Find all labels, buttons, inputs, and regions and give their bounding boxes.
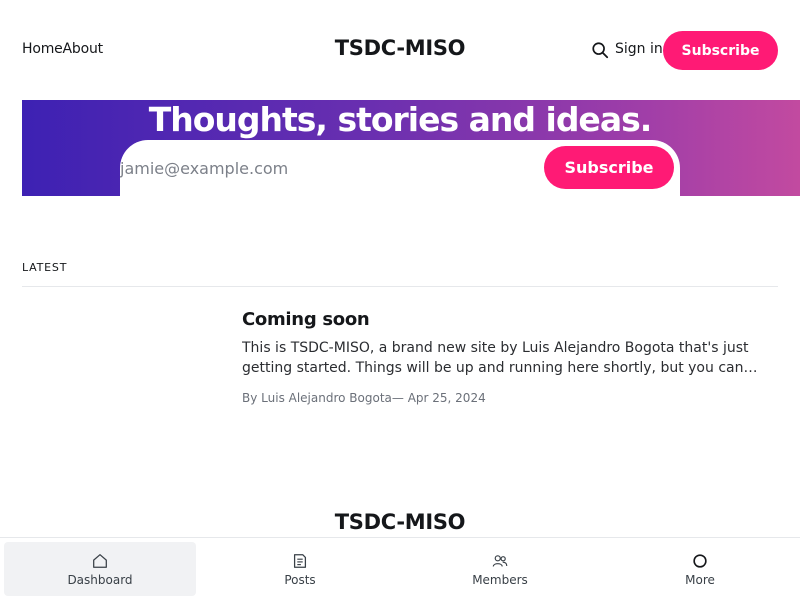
posts-icon <box>293 553 307 568</box>
tab-dashboard[interactable]: Dashboard <box>4 542 196 596</box>
tab-label: Dashboard <box>67 572 133 587</box>
hero-subscribe-button[interactable]: Subscribe <box>544 146 674 189</box>
post-meta: By Luis Alejandro Bogota— Apr 25, 2024 <box>242 391 486 405</box>
hero-banner: Thoughts, stories and ideas. Subscribe <box>22 100 800 196</box>
search-icon[interactable] <box>591 41 609 59</box>
post-card[interactable]: Coming soon This is TSDC-MISO, a brand n… <box>242 309 782 405</box>
post-excerpt: This is TSDC-MISO, a brand new site by L… <box>242 340 758 376</box>
tab-more[interactable]: More <box>604 542 796 596</box>
tab-label: Posts <box>284 572 316 587</box>
divider <box>22 286 778 287</box>
tab-members[interactable]: Members <box>404 542 596 596</box>
footer-site-title: TSDC-MISO <box>334 510 466 534</box>
latest-heading: LATEST <box>22 261 68 274</box>
email-field[interactable] <box>120 147 520 189</box>
more-icon <box>693 553 707 568</box>
tab-posts[interactable]: Posts <box>204 542 396 596</box>
header-subscribe-button[interactable]: Subscribe <box>663 31 778 70</box>
bottom-tab-bar: Dashboard Posts Members More <box>0 537 800 600</box>
members-icon <box>492 554 508 567</box>
tab-label: Members <box>472 572 528 587</box>
tab-label: More <box>685 572 715 587</box>
home-icon <box>93 553 107 568</box>
signin-link[interactable]: Sign in <box>615 41 663 57</box>
hero-title: Thoughts, stories and ideas. <box>148 100 653 139</box>
hero-subscribe-form: Subscribe <box>120 140 680 196</box>
post-title[interactable]: Coming soon <box>242 309 782 330</box>
page: Home About TSDC-MISO Sign in Subscribe T… <box>0 0 800 600</box>
